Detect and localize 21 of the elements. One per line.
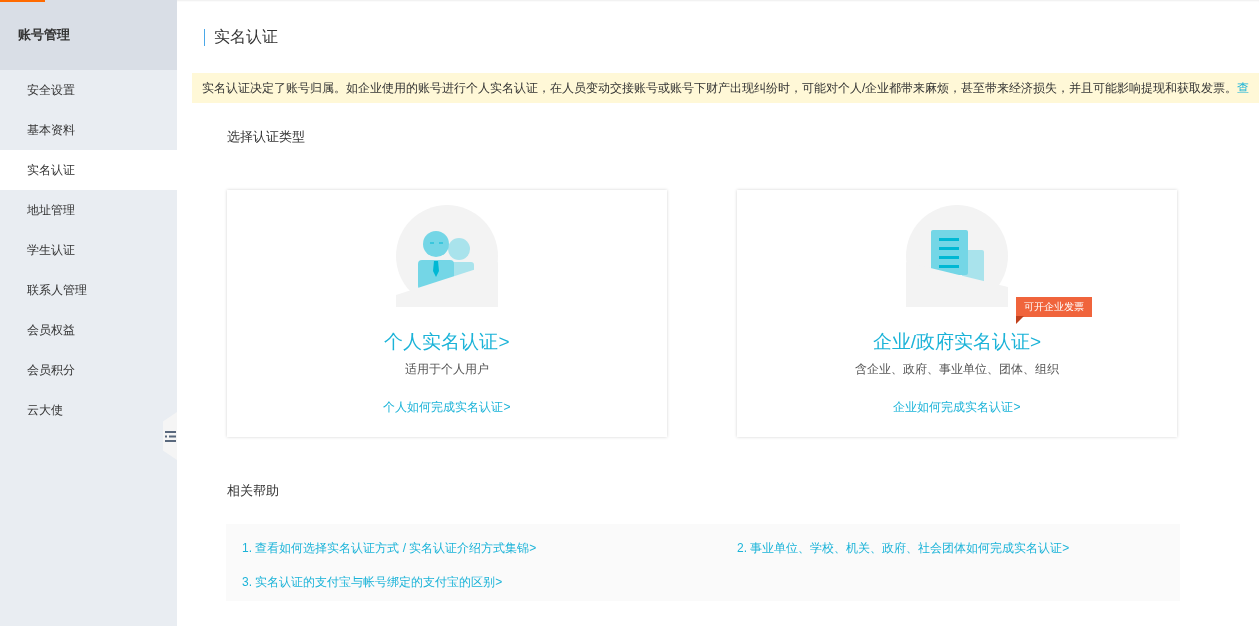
badge-tail (1016, 316, 1024, 324)
card-subtitle: 含企业、政府、事业单位、团体、组织 (855, 361, 1059, 378)
title-marker (204, 28, 205, 46)
top-accent-bar (0, 0, 45, 2)
sidebar-header: 账号管理 (0, 0, 177, 70)
sidebar-item[interactable]: 学生认证 (0, 230, 177, 270)
section-title: 选择认证类型 (227, 128, 306, 146)
help-title: 相关帮助 (227, 482, 280, 500)
invoice-badge: 可开企业发票 (1016, 297, 1092, 317)
sidebar-item[interactable]: 地址管理 (0, 190, 177, 230)
menu-icon (165, 430, 176, 442)
page-title: 实名认证 (214, 26, 278, 47)
sidebar-item[interactable]: 会员积分 (0, 350, 177, 390)
sidebar-item[interactable]: 联系人管理 (0, 270, 177, 310)
notice-text: 实名认证决定了账号归属。如企业使用的账号进行个人实名认证，在人员变动交接账号或账号下财产出现纠纷时，可能对个人/企业都带来麻烦，甚至带来经济损失，并且可能影响提现和获取发票。 (202, 79, 1238, 97)
sidebar-item[interactable]: 云大使 (0, 390, 177, 430)
sidebar-item[interactable]: 会员权益 (0, 310, 177, 350)
sidebar-item[interactable]: 安全设置 (0, 70, 177, 110)
card-subtitle: 适用于个人用户 (405, 361, 489, 378)
sidebar-item[interactable]: 基本资料 (0, 110, 177, 150)
sidebar-item[interactable]: 实名认证 (0, 150, 177, 190)
